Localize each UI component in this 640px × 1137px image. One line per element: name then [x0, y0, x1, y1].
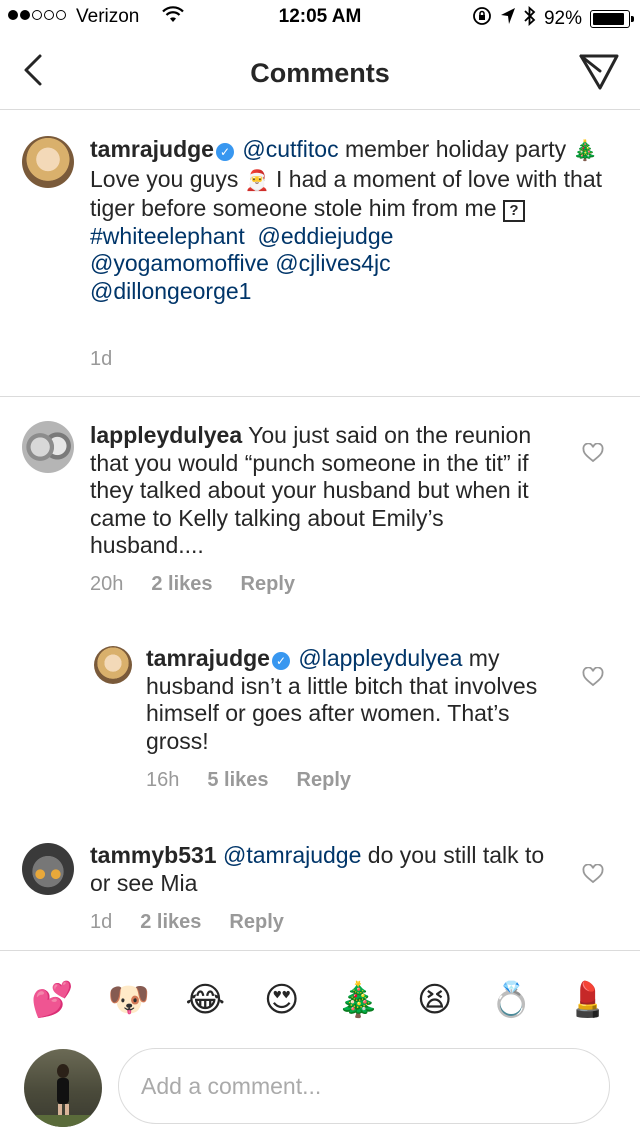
- unknown-glyph-icon: ?: [502, 200, 525, 222]
- comment-username[interactable]: lappleydulyea: [90, 422, 242, 448]
- battery-percent: 92%: [543, 8, 582, 29]
- emoji-lipstick[interactable]: 💄: [563, 980, 613, 1020]
- caption-text-part: member holiday party: [338, 136, 573, 162]
- emoji-tears-of-joy[interactable]: 😂: [180, 980, 230, 1020]
- paper-plane-icon: [579, 54, 619, 90]
- location-arrow-icon: [500, 7, 516, 31]
- mention-link[interactable]: @tamrajudge: [223, 842, 361, 868]
- emoji-tired-face[interactable]: 😫: [410, 980, 460, 1020]
- avatar[interactable]: [22, 421, 74, 473]
- mention-link[interactable]: @cutfitoc: [242, 136, 338, 162]
- reply-button[interactable]: Reply: [229, 911, 283, 934]
- comment-time: 20h: [90, 573, 124, 595]
- emoji-heart-eyes[interactable]: 😍: [257, 980, 307, 1020]
- mention-link[interactable]: @eddiejudge: [258, 223, 394, 249]
- caption-username[interactable]: tamrajudge: [90, 136, 214, 162]
- orientation-lock-icon: [472, 6, 492, 32]
- comment-input[interactable]: [118, 1048, 610, 1124]
- like-count[interactable]: 2 likes: [140, 911, 201, 934]
- comment-meta: 1d 2 likes Reply: [90, 911, 284, 934]
- mention-link[interactable]: @dillongeorge1: [90, 278, 251, 304]
- status-bar: Verizon 12:05 AM 92%: [0, 0, 640, 36]
- reply-button[interactable]: Reply: [297, 769, 351, 792]
- comment-row: tammyb531 @tamrajudge do you still talk …: [0, 827, 640, 949]
- battery-icon: [590, 10, 634, 28]
- comment-username[interactable]: tammyb531: [90, 842, 217, 868]
- heart-icon[interactable]: [582, 443, 604, 463]
- like-count[interactable]: 2 likes: [151, 573, 212, 596]
- verified-badge-icon: ✓: [215, 143, 234, 161]
- santa-emoji: 🎅: [244, 169, 270, 192]
- comment-text: tamrajudge ✓ @lappleydulyea my husband is…: [146, 645, 550, 755]
- comment-time: 1d: [90, 911, 113, 933]
- emoji-christmas-tree[interactable]: 🎄: [333, 980, 383, 1020]
- share-button[interactable]: [578, 52, 620, 92]
- verified-badge-icon: ✓: [271, 652, 290, 670]
- comment-meta: 20h 2 likes Reply: [90, 573, 295, 596]
- comment-meta: 16h 5 likes Reply: [146, 769, 351, 792]
- bluetooth-icon: [524, 5, 536, 32]
- emoji-dog[interactable]: 🐶: [104, 980, 154, 1020]
- comment-time: 16h: [146, 769, 180, 791]
- comment-text: lappleydulyea You just said on the reuni…: [90, 422, 550, 560]
- reply-comment-row: tamrajudge ✓ @lappleydulyea my husband is…: [0, 627, 640, 827]
- comment-meta: 1d: [90, 348, 112, 371]
- comment-text: tammyb531 @tamrajudge do you still talk …: [90, 842, 550, 897]
- caption-text: tamrajudge ✓ @cutfitoc member holiday par…: [90, 136, 610, 305]
- emoji-quick-bar: 💕 🐶 😂 😍 🎄 😫 💍 💄: [0, 960, 640, 1040]
- avatar[interactable]: [94, 646, 132, 684]
- avatar[interactable]: [22, 136, 74, 188]
- emoji-two-hearts[interactable]: 💕: [27, 980, 77, 1020]
- emoji-ring[interactable]: 💍: [486, 980, 536, 1020]
- caption-text-part: Love you guys: [90, 165, 245, 192]
- page-title: Comments: [250, 58, 390, 88]
- nav-bar: Comments: [0, 36, 640, 110]
- caption: tamrajudge ✓ @cutfitoc member holiday par…: [0, 110, 640, 396]
- mention-link[interactable]: @yogamomoffive: [90, 250, 269, 276]
- avatar[interactable]: [22, 843, 74, 895]
- heart-icon[interactable]: [582, 667, 604, 687]
- comment-row: lappleydulyea You just said on the reuni…: [0, 397, 640, 627]
- like-count[interactable]: 5 likes: [207, 769, 268, 792]
- hashtag-link[interactable]: #whiteelephant: [90, 223, 245, 249]
- comment-username[interactable]: tamrajudge: [146, 645, 270, 671]
- mention-link[interactable]: @lappleydulyea: [298, 645, 462, 671]
- comment-time: 1d: [90, 348, 113, 370]
- mention-link[interactable]: @cjlives4jc: [275, 250, 390, 276]
- heart-icon[interactable]: [582, 864, 604, 884]
- current-user-avatar: [24, 1049, 102, 1127]
- tree-emoji: 🎄: [572, 140, 598, 162]
- reply-button[interactable]: Reply: [241, 573, 295, 596]
- divider: [0, 950, 640, 951]
